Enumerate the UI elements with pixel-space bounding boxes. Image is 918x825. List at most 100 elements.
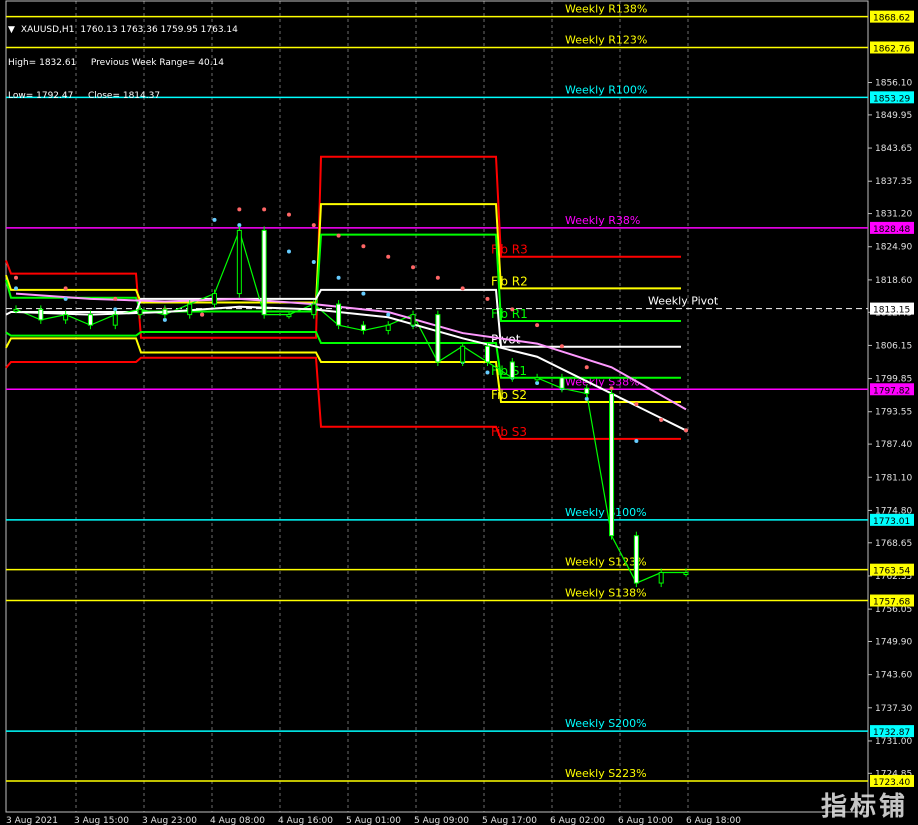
symbol-label: XAUUSD,H1	[20, 25, 75, 35]
x-tick-label: 6 Aug 02:00	[550, 816, 605, 825]
sar-dot	[684, 428, 688, 433]
x-tick-label: 5 Aug 17:00	[482, 816, 537, 825]
sar-dot	[659, 417, 664, 422]
sar-dot	[386, 254, 391, 259]
y-tick-label: 1799.85	[875, 375, 912, 385]
daily-pivot-label: Fib S2	[491, 388, 527, 402]
prev-week-range-label: Previous Week Range= 40.14	[90, 58, 225, 68]
y-tick-label: 1831.20	[875, 210, 912, 220]
close-label: Close= 1814.37	[87, 91, 161, 101]
symbol-icon: ▼	[8, 25, 15, 35]
candle-body	[410, 314, 416, 326]
candle-body	[162, 308, 168, 316]
price-tag-label: 1757.68	[873, 598, 910, 608]
candle-body	[261, 229, 267, 316]
sar-dot	[336, 233, 341, 238]
y-tick-label: 1737.30	[875, 704, 912, 714]
candle-body	[435, 314, 441, 363]
sar-dot	[361, 244, 366, 249]
candle-body	[584, 387, 590, 395]
candle-body	[559, 377, 565, 389]
daily-pivot-label: Fib R1	[491, 307, 528, 321]
candle-body	[87, 314, 93, 326]
weekly-level-label: Weekly R123%	[565, 33, 647, 46]
candle-body	[385, 324, 391, 331]
price-tag-label: 1868.62	[873, 14, 910, 24]
price-tag-label: 1763.54	[873, 567, 910, 577]
y-tick-label: 1837.35	[875, 177, 912, 187]
x-tick-label: 3 Aug 23:00	[142, 816, 197, 825]
weekly-level-label: Weekly S223%	[565, 767, 647, 780]
x-tick-label: 5 Aug 01:00	[346, 816, 401, 825]
y-tick-label: 1824.90	[875, 243, 912, 253]
y-tick-label: 1743.60	[875, 671, 912, 681]
sar-dot	[212, 217, 217, 222]
candle-body	[509, 361, 515, 379]
x-tick-label: 3 Aug 2021	[6, 816, 58, 825]
y-tick-label: 1781.10	[875, 473, 912, 483]
x-tick-label: 4 Aug 16:00	[278, 816, 333, 825]
sar-dot	[559, 344, 564, 349]
price-tag-label: 1773.01	[873, 517, 910, 527]
candle-body	[534, 377, 540, 381]
candle-body	[38, 308, 44, 321]
y-tick-label: 1768.65	[875, 539, 912, 549]
sar-dot	[200, 312, 205, 317]
daily-pivot-label: Fib R2	[491, 274, 528, 288]
daily-pivot-line	[5, 155, 681, 339]
x-tick-label: 3 Aug 15:00	[74, 816, 129, 825]
sar-dot	[262, 207, 267, 212]
sar-dot	[113, 296, 118, 301]
weekly-level-label: Weekly Pivot	[648, 295, 719, 308]
weekly-level-label: Weekly R100%	[565, 83, 647, 96]
price-tag-label: 1797.82	[873, 386, 910, 396]
sar-dot	[634, 438, 639, 443]
sar-dot	[535, 323, 540, 328]
sar-dot	[286, 212, 291, 217]
candle-body	[187, 303, 193, 316]
y-tick-label: 1856.10	[875, 79, 912, 89]
weekly-level-label: Weekly S100%	[565, 506, 647, 519]
sar-dot	[311, 223, 316, 228]
sar-dot	[510, 307, 515, 312]
sar-dot	[485, 370, 490, 375]
candle-body	[112, 314, 118, 326]
sar-dot	[460, 286, 465, 291]
y-tick-label: 1849.95	[875, 111, 912, 121]
chart-window: 3 Aug 2021 3 Aug 15:00 3 Aug 23:00 4 Aug 08…	[0, 0, 918, 825]
candle-body	[658, 572, 664, 584]
sar-dot	[286, 249, 291, 254]
sar-dot	[485, 296, 490, 301]
x-tick-label: 4 Aug 08:00	[210, 816, 265, 825]
y-tick-label: 1749.90	[875, 637, 912, 647]
sar-dot	[14, 286, 18, 291]
candle-body	[212, 293, 218, 305]
y-tick-label: 1793.55	[875, 408, 912, 418]
candle-body	[484, 345, 490, 363]
x-tick-label: 6 Aug 10:00	[618, 816, 673, 825]
sar-dot	[584, 365, 589, 370]
y-tick-label: 1818.60	[875, 276, 912, 286]
high-label: High= 1832.61	[8, 58, 77, 68]
daily-pivot-line	[5, 356, 681, 440]
low-label: Low= 1792.47	[8, 91, 74, 101]
x-tick-label: 6 Aug 18:00	[686, 816, 741, 825]
watermark-logo: 指标铺	[820, 792, 908, 822]
candle-body	[633, 535, 639, 584]
price-tag-label: 1732.87	[873, 728, 910, 738]
weekly-level-label: Weekly R38%	[565, 214, 640, 227]
sar-dot	[63, 296, 68, 301]
ohlc-values: 1760.13 1763.36 1759.95 1763.14	[80, 25, 238, 35]
sar-dot	[361, 291, 366, 296]
price-tag-label: 1862.76	[873, 44, 910, 54]
weekly-level-label: Weekly S200%	[565, 717, 647, 730]
sar-dot	[634, 402, 639, 407]
candle-body	[236, 229, 242, 295]
candle-body	[683, 572, 689, 576]
price-series-line	[15, 228, 686, 584]
candle-body	[63, 314, 69, 321]
y-tick-label: 1731.00	[875, 737, 912, 747]
price-tag-label: 1828.48	[873, 225, 910, 235]
sar-dot	[237, 207, 242, 212]
y-tick-label: 1806.15	[875, 341, 912, 351]
